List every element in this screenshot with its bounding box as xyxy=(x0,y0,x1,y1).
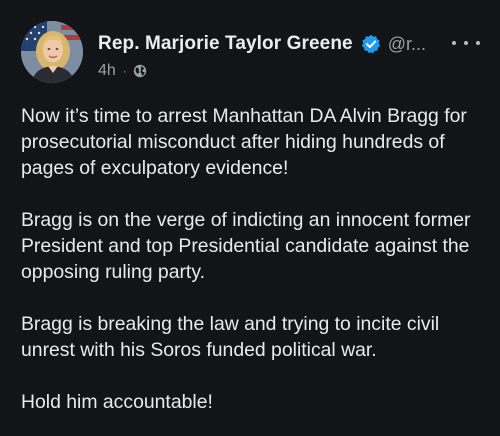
avatar[interactable] xyxy=(21,21,83,83)
post-paragraph: Bragg is breaking the law and trying to … xyxy=(21,313,440,361)
meta-separator: · xyxy=(122,64,127,78)
post-meta: 4h · xyxy=(98,61,147,81)
more-dot xyxy=(452,41,456,45)
post-body: Now it’s time to arrest Manhattan DA Alv… xyxy=(21,103,491,436)
author-row: Rep. Marjorie Taylor Greene @r... xyxy=(98,30,426,58)
author-display-name[interactable]: Rep. Marjorie Taylor Greene xyxy=(98,33,353,55)
post-paragraph: Now it’s time to arrest Manhattan DA Alv… xyxy=(21,105,467,179)
globe-icon xyxy=(133,64,147,78)
post: Rep. Marjorie Taylor Greene @r... 4h · N… xyxy=(0,0,500,436)
author-handle[interactable]: @r... xyxy=(388,34,426,55)
more-options-icon[interactable] xyxy=(452,33,480,53)
post-paragraph: Hold him accountable! xyxy=(21,391,213,413)
more-dot xyxy=(464,41,468,45)
post-timestamp[interactable]: 4h xyxy=(98,62,116,80)
verified-badge-icon xyxy=(361,34,381,54)
more-dot xyxy=(476,41,480,45)
post-paragraph: Bragg is on the verge of indicting an in… xyxy=(21,209,471,283)
